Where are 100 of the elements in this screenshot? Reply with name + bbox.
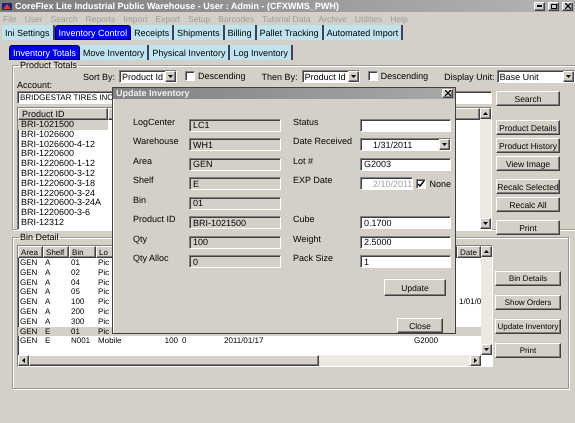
action-button[interactable]: Print [495, 343, 561, 358]
maximize-button[interactable] [548, 2, 559, 10]
action-button[interactable]: Product Details [496, 120, 560, 135]
close-dialog-button[interactable]: Close [397, 318, 443, 333]
input-field[interactable]: 2.5000 [360, 236, 451, 248]
minimize-button[interactable] [534, 2, 545, 10]
scroll-thumb[interactable] [29, 355, 319, 366]
table-cell-text: 200 [70, 306, 84, 317]
close-button[interactable] [562, 2, 573, 10]
table-cell-text: 1/01/0 [458, 297, 481, 307]
table-cell-text: A [44, 268, 50, 278]
action-button[interactable]: Product History [496, 138, 560, 153]
triangle-down-icon [168, 75, 174, 78]
tab[interactable]: Billing [224, 25, 257, 40]
checkbox-label: None [429, 179, 451, 189]
table-cell-text: A [44, 297, 50, 307]
list-item[interactable]: BRI-1026600 [18, 130, 108, 140]
triangle-right-icon [474, 358, 477, 363]
app-icon [2, 2, 12, 10]
dialog-title: Update Inventory [116, 88, 190, 98]
display-unit-dropdown[interactable]: Base Unit [496, 70, 575, 83]
list-item[interactable]: BRI-1026600-4-12 [18, 140, 108, 150]
caret-icon[interactable] [562, 71, 574, 82]
table-cell-text: 02 [70, 268, 80, 278]
checkbox[interactable] [368, 71, 378, 81]
scroll-right-button[interactable] [470, 355, 481, 366]
scroll-down-button[interactable] [481, 344, 492, 355]
scrollbar[interactable] [18, 355, 481, 366]
scroll-up-button[interactable] [481, 246, 492, 257]
column-header[interactable]: Shelf [43, 246, 69, 258]
table-cell-text: Pic [97, 268, 110, 278]
action-button[interactable]: Search [496, 91, 560, 106]
action-button[interactable]: Show Orders [495, 295, 561, 310]
action-button[interactable]: Recalc All [496, 197, 560, 212]
action-button[interactable]: Bin Details [495, 271, 561, 286]
table-cell-text: A [44, 306, 50, 317]
close-button[interactable] [442, 88, 453, 98]
input-field[interactable]: G2003 [360, 158, 451, 170]
table-cell-text: A [44, 258, 50, 268]
list-item[interactable]: BRI-1220600-3-24A [18, 198, 108, 208]
checkbox-label: Descending [198, 71, 246, 81]
table-cell-text: A [44, 278, 50, 288]
table-cell: 01 [69, 326, 96, 336]
input-field[interactable]: 0.1700 [360, 216, 451, 229]
tab[interactable]: Receipts [131, 25, 174, 40]
tab[interactable]: Log Inventory [230, 45, 293, 60]
then-by-label: Then By: [262, 72, 298, 82]
action-button[interactable]: View Image [496, 156, 560, 171]
field-label: Qty [133, 234, 148, 246]
list-item[interactable]: BRI-1220600-1-12 [18, 159, 108, 169]
maximize-icon [550, 4, 556, 8]
list-item[interactable]: BRI-1220600-3-12 [18, 168, 108, 179]
close-icon [444, 90, 450, 96]
action-button[interactable]: Recalc Selected [496, 179, 560, 194]
read-only-field: LC1 [189, 118, 281, 132]
caret-icon[interactable] [348, 71, 359, 82]
tab[interactable]: Shipments [174, 25, 225, 40]
then-by-dropdown[interactable]: Product Id [302, 70, 360, 83]
read-only-field: BRI-1021500 [189, 216, 281, 229]
display-unit-label: Display Unit: [444, 72, 495, 82]
scrollbar[interactable] [480, 108, 491, 229]
field-label: Pack Size [293, 253, 334, 265]
minimize-icon [537, 5, 542, 7]
action-button[interactable]: Update Inventory [495, 319, 561, 334]
checkbox[interactable] [185, 71, 196, 81]
input-field[interactable] [360, 118, 451, 132]
field-label: Date Received [293, 136, 354, 148]
read-only-field: GEN [189, 158, 281, 170]
tab[interactable]: Automated Import [324, 25, 404, 40]
tab[interactable]: Inventory Control [54, 25, 132, 40]
sort-by-dropdown[interactable]: Product Id [119, 70, 178, 83]
field-label: Area [133, 156, 154, 168]
tab[interactable]: Inventory Totals [9, 45, 80, 60]
column-header[interactable]: Area [18, 246, 43, 258]
column-header[interactable]: Bin [69, 246, 96, 258]
list-item[interactable]: BRI-1220600-3-24 [18, 188, 108, 198]
table-cell-text: GEN [19, 336, 38, 346]
caret-icon[interactable] [439, 139, 450, 150]
tab[interactable]: Pallet Tracking [256, 25, 324, 40]
read-only-field: WH1 [189, 138, 281, 151]
caret-icon[interactable] [165, 71, 176, 82]
column-header[interactable]: Product ID [18, 108, 108, 120]
list-item[interactable]: BRI-1220600-3-6 [18, 208, 108, 218]
scroll-down-button[interactable] [480, 218, 491, 229]
triangle-up-icon [484, 250, 489, 253]
list-item[interactable]: BRI-1220600 [18, 149, 108, 160]
list-item[interactable]: BRI-12312 [18, 218, 108, 228]
update-button[interactable]: Update [384, 279, 446, 296]
list-item[interactable]: BRI-1220600-3-18 [18, 178, 108, 189]
date-picker[interactable]: 1/31/2011 [360, 138, 451, 151]
action-button[interactable]: Print [496, 220, 560, 235]
scrollbar[interactable] [481, 246, 492, 355]
scroll-up-button[interactable] [480, 108, 491, 119]
tab[interactable]: Physical Inventory [149, 45, 230, 60]
tab[interactable]: Move Inventory [80, 45, 150, 60]
tab[interactable]: Ini Settings [2, 25, 55, 40]
scroll-left-button[interactable] [18, 355, 29, 366]
column-header[interactable]: Date [457, 246, 481, 258]
input-field[interactable]: 1 [360, 255, 451, 268]
list-item[interactable]: BRI-1021500 [18, 120, 108, 130]
